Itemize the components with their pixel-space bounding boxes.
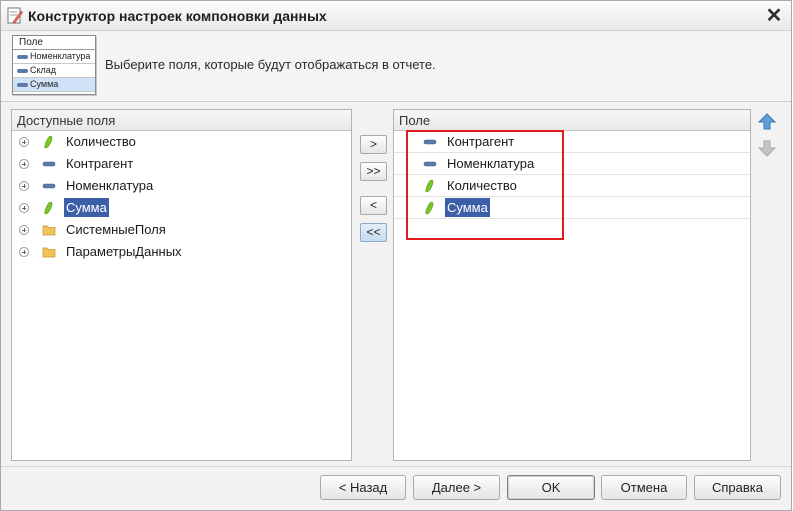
resource-icon — [422, 197, 438, 219]
field-row[interactable]: Номенклатура — [394, 153, 750, 175]
expand-icon[interactable] — [19, 247, 29, 257]
field-row[interactable]: Сумма — [12, 197, 351, 219]
remove-all-fields-button[interactable]: << — [360, 223, 387, 242]
field-label: ПараметрыДанных — [66, 244, 182, 259]
add-all-fields-button[interactable]: >> — [360, 162, 387, 181]
dimension-icon — [41, 175, 57, 197]
move-up-icon[interactable] — [757, 113, 777, 131]
cancel-button[interactable]: Отмена — [601, 475, 687, 500]
remove-field-button[interactable]: < — [360, 196, 387, 215]
step-header: Поле Номенклатура Склад Сумма Выберите п… — [1, 32, 791, 101]
thumbnail-row: Склад — [13, 64, 95, 78]
folder-icon — [41, 241, 57, 263]
field-row[interactable]: СистемныеПоля — [12, 219, 351, 241]
close-icon[interactable]: ✕ — [763, 5, 785, 27]
dimension-icon — [41, 153, 57, 175]
thumbnail-header: Поле — [13, 36, 95, 50]
resource-icon — [41, 197, 57, 219]
resource-icon — [422, 175, 438, 197]
divider — [1, 101, 791, 102]
field-label: Номенклатура — [66, 178, 154, 193]
field-label: Контрагент — [66, 156, 134, 171]
move-down-icon[interactable] — [757, 139, 777, 157]
expand-icon[interactable] — [19, 181, 29, 191]
field-label: СистемныеПоля — [66, 222, 166, 237]
dialog-window: Конструктор настроек компоновки данных ✕… — [0, 0, 792, 511]
field-label: Количество — [66, 134, 136, 149]
folder-icon — [41, 219, 57, 241]
dimension-icon — [422, 131, 438, 153]
field-label: Сумма — [64, 198, 109, 217]
thumbnail-row: Сумма — [13, 78, 95, 92]
available-fields-header: Доступные поля — [12, 110, 351, 131]
expand-icon[interactable] — [19, 203, 29, 213]
expand-icon[interactable] — [19, 225, 29, 235]
wizard-icon — [7, 7, 23, 24]
field-row[interactable]: Количество — [12, 131, 351, 153]
ok-button[interactable]: OK — [507, 475, 595, 500]
dimension-icon — [17, 69, 28, 73]
title-bar: Конструктор настроек компоновки данных ✕ — [1, 1, 791, 31]
field-row[interactable]: Контрагент — [12, 153, 351, 175]
next-button[interactable]: Далее > — [413, 475, 500, 500]
back-button[interactable]: < Назад — [320, 475, 406, 500]
field-row[interactable]: ПараметрыДанных — [12, 241, 351, 263]
field-row[interactable]: Контрагент — [394, 131, 750, 153]
add-field-button[interactable]: > — [360, 135, 387, 154]
step-instruction: Выберите поля, которые будут отображатьс… — [105, 57, 436, 72]
field-label: Номенклатура — [447, 156, 535, 171]
available-fields-tree[interactable]: Доступные поля Количество Контрагент Номен… — [11, 109, 352, 461]
dimension-icon — [17, 55, 28, 59]
divider — [1, 466, 791, 467]
field-row[interactable]: Количество — [394, 175, 750, 197]
dimension-icon — [17, 83, 28, 87]
field-row[interactable]: Сумма — [394, 197, 750, 219]
help-button[interactable]: Справка — [694, 475, 781, 500]
field-row[interactable]: Номенклатура — [12, 175, 351, 197]
resource-icon — [41, 131, 57, 153]
field-label: Контрагент — [447, 134, 515, 149]
window-title: Конструктор настроек компоновки данных — [28, 8, 327, 24]
expand-icon[interactable] — [19, 159, 29, 169]
thumbnail-row: Номенклатура — [13, 50, 95, 64]
field-label: Сумма — [445, 198, 490, 217]
step-thumbnail: Поле Номенклатура Склад Сумма — [12, 35, 96, 95]
field-label: Количество — [447, 178, 517, 193]
selected-fields-list[interactable]: Поле Контрагент Номенклатура Количество Сум… — [393, 109, 751, 461]
dimension-icon — [422, 153, 438, 175]
selected-fields-header: Поле — [394, 110, 750, 131]
expand-icon[interactable] — [19, 137, 29, 147]
